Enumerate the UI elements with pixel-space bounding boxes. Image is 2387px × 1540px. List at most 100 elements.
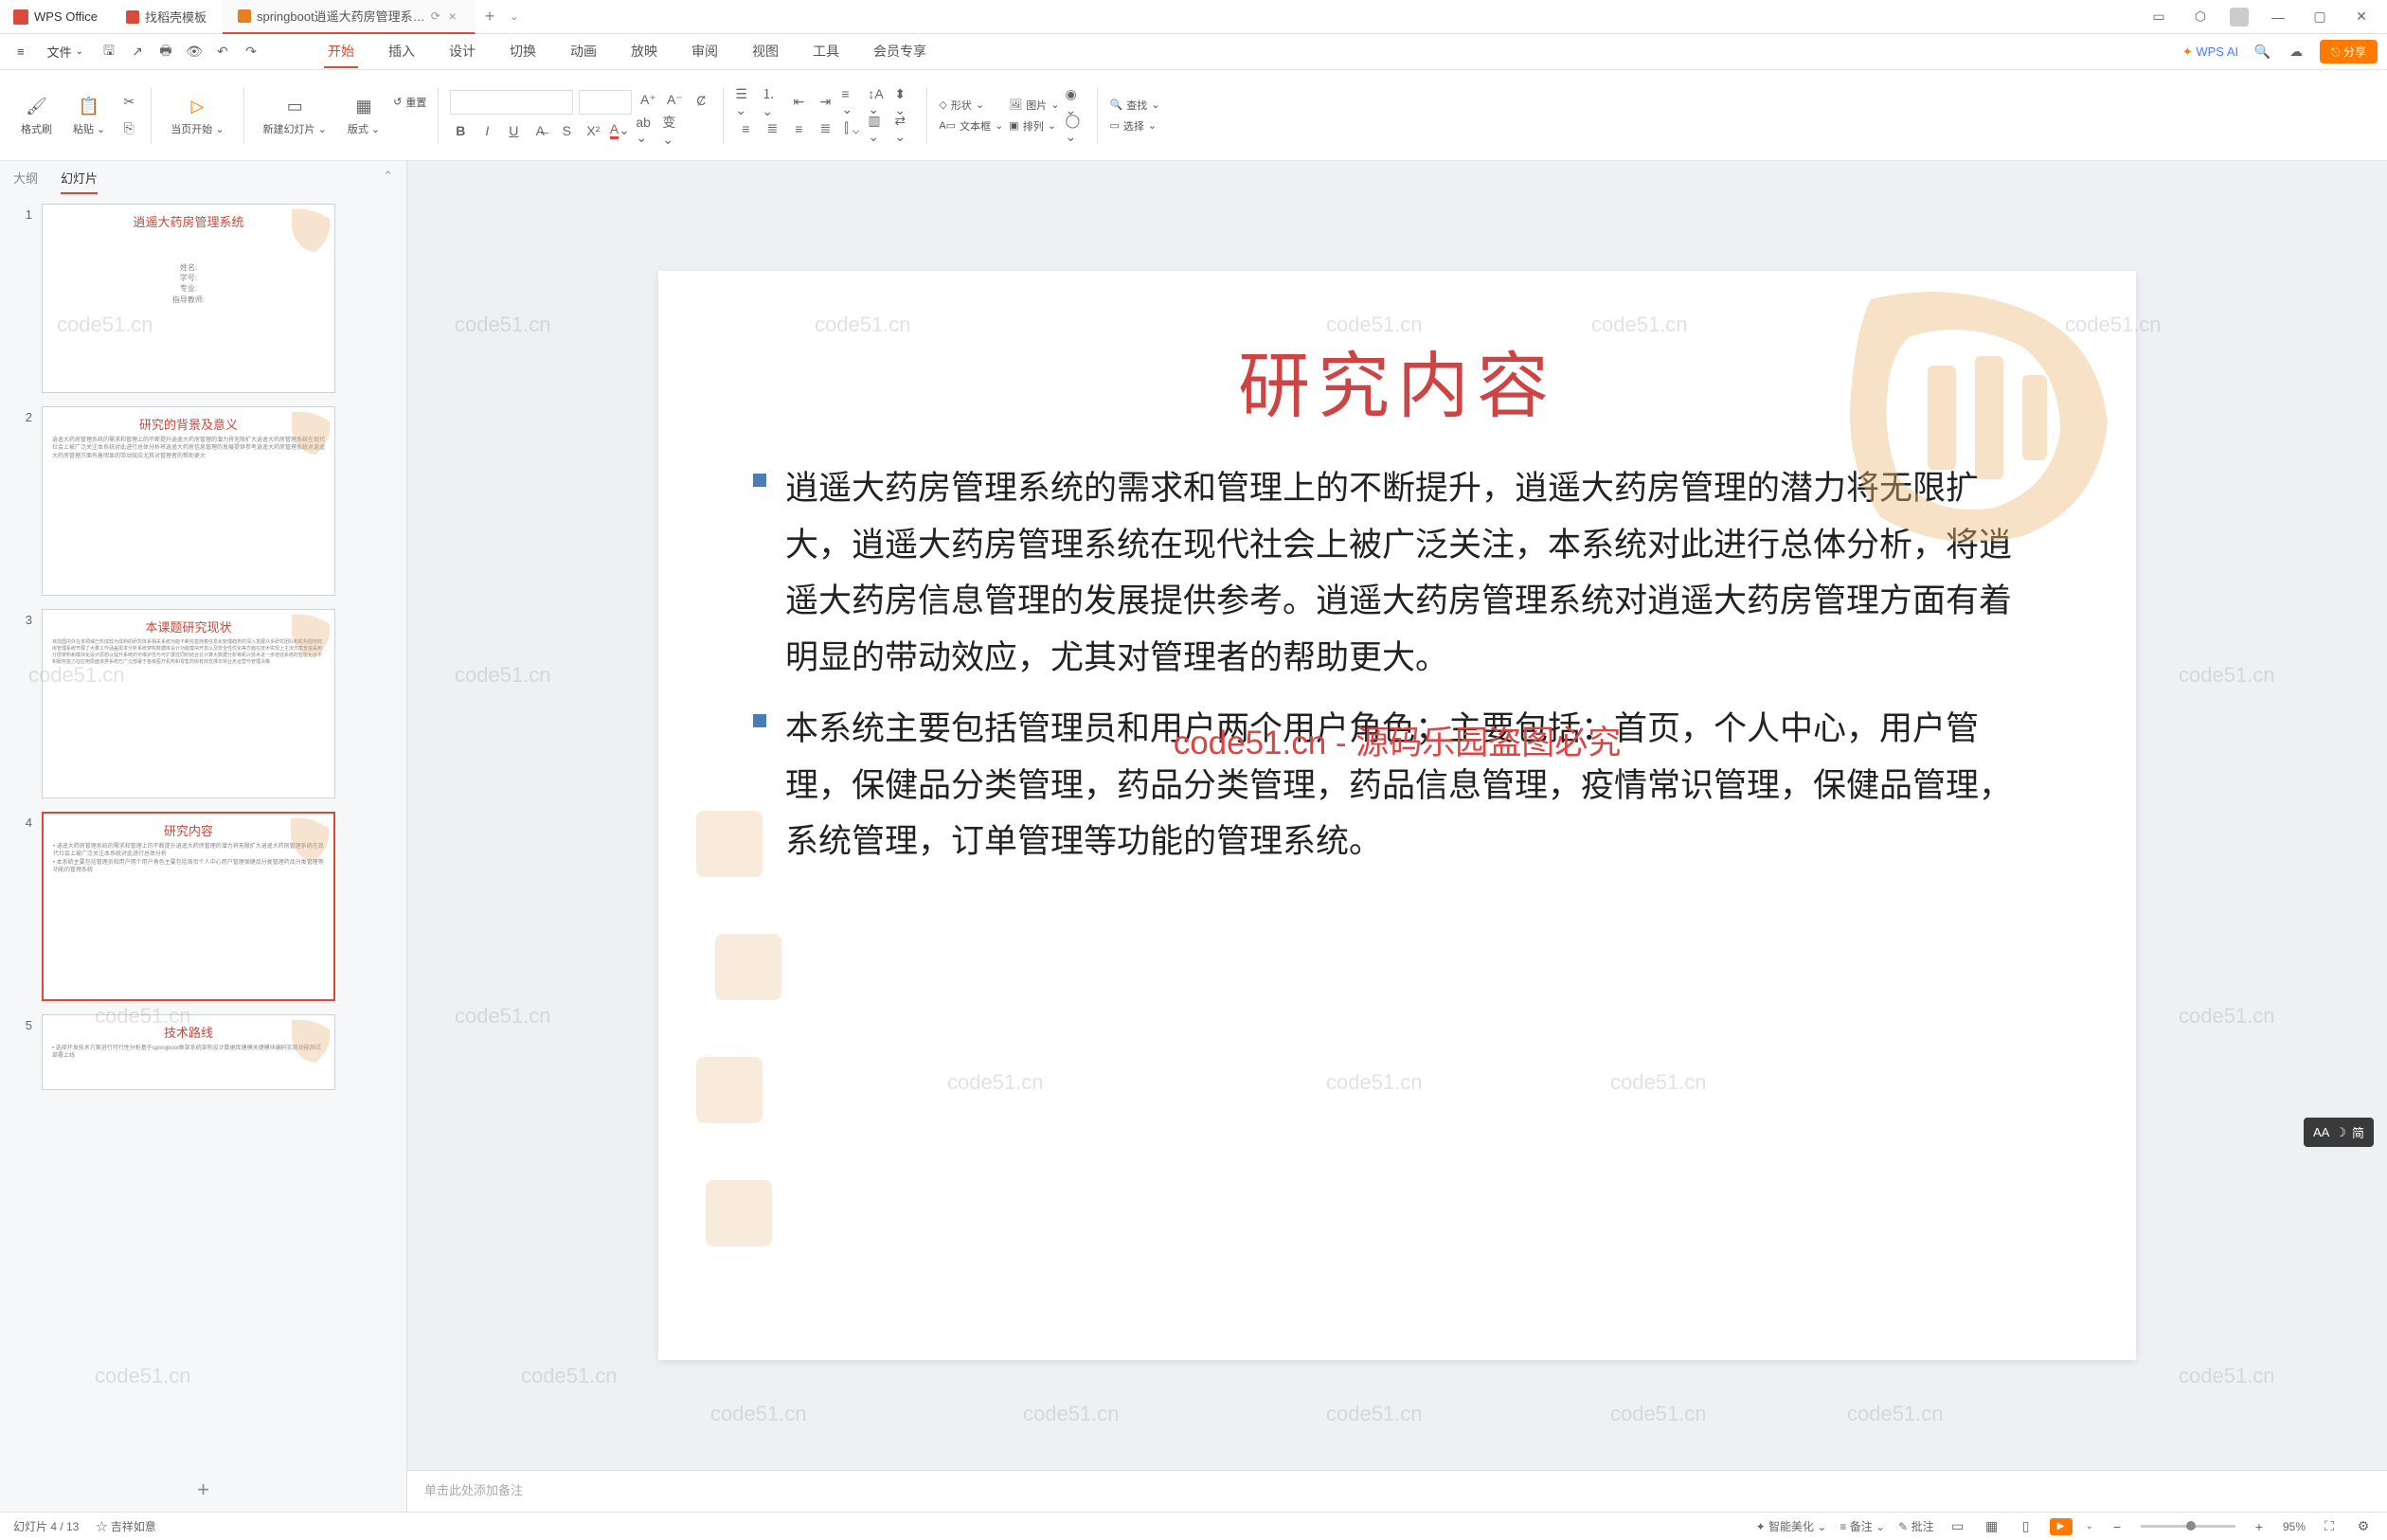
ime-toggle[interactable]: AA ☽ 简 <box>2304 1118 2374 1147</box>
columns-icon[interactable]: ▥ ⌄ <box>868 118 888 139</box>
share-button[interactable]: ⎋ 分享 <box>2320 40 2378 63</box>
slide-thumbnail-3[interactable]: 本课题研究现状 目前国内外在该领域已形成较为成熟的研究体系相关系统功能不断完善随… <box>42 609 335 798</box>
ribbon-find[interactable]: 🔍 查找 ⌄ <box>1109 98 1159 113</box>
wps-ai-button[interactable]: ✦ WPS AI <box>2182 45 2238 60</box>
font-color-icon[interactable]: A ⌄ <box>609 120 630 141</box>
slide-thumbnail-1[interactable]: 逍遥大药房管理系统 姓名: 学号: 专业: 指导教师: <box>42 204 335 393</box>
review-toggle[interactable]: ✎ 批注 <box>1898 1518 1933 1534</box>
menu-tab-insert[interactable]: 插入 <box>385 36 419 68</box>
number-list-icon[interactable]: ⒈ ⌄ <box>762 92 782 113</box>
font-size-select[interactable] <box>579 90 632 115</box>
cloud-icon[interactable]: ☁ <box>2286 42 2306 63</box>
panel-collapse-icon[interactable]: ⌃ <box>383 169 393 194</box>
menu-tab-animation[interactable]: 动画 <box>566 36 601 68</box>
close-button[interactable]: ✕ <box>2349 5 2374 29</box>
zoom-value[interactable]: 95% <box>2283 1520 2306 1533</box>
superscript-icon[interactable]: X² <box>583 120 603 141</box>
menu-tab-transition[interactable]: 切换 <box>506 36 540 68</box>
strike-icon[interactable]: A̶ <box>529 120 550 141</box>
ribbon-textbox[interactable]: A▭ 文本框 ⌄ <box>939 118 1003 134</box>
print-icon[interactable]: 🖶 <box>155 42 176 63</box>
indent-increase-icon[interactable]: ⇥ <box>815 92 835 113</box>
menu-tab-tools[interactable]: 工具 <box>809 36 843 68</box>
tab-add-button[interactable]: + <box>476 7 505 27</box>
maximize-button[interactable]: ▢ <box>2307 5 2332 29</box>
indent-decrease-icon[interactable]: ⇤ <box>788 92 809 113</box>
save-icon[interactable]: 🖫 <box>99 42 119 63</box>
text-effect-icon[interactable]: 变 ⌄ <box>662 120 683 141</box>
preview-icon[interactable]: 👁 <box>184 42 205 63</box>
thumb-row[interactable]: 3 本课题研究现状 目前国内外在该领域已形成较为成熟的研究体系相关系统功能不断完… <box>13 609 393 798</box>
menu-tab-view[interactable]: 视图 <box>748 36 782 68</box>
slide-thumbnail-5[interactable]: 技术路线 • 选择开发技术方案进行可行性分析基于springboot框架系统架构… <box>42 1014 335 1090</box>
theme-name[interactable]: ☆ 吉祥如意 <box>96 1518 155 1534</box>
window-multi-icon[interactable]: ▭ <box>2146 5 2171 29</box>
ribbon-reset[interactable]: ↺ 重置 <box>393 95 426 136</box>
package-icon[interactable]: ⬡ <box>2188 5 2213 29</box>
settings-icon[interactable]: ⚙ <box>2353 1516 2374 1537</box>
menu-tab-design[interactable]: 设计 <box>445 36 479 68</box>
tab-document[interactable]: springboot逍遥大药房管理系… ⟳ × <box>223 0 476 34</box>
redo-icon[interactable]: ↷ <box>241 42 261 63</box>
distribute-icon[interactable]: ⫿ ⌄ <box>841 118 862 139</box>
thumb-row[interactable]: 2 研究的背景及意义 逍遥大药房管理系统的需求和管理上的不断提升逍遥大药房管理的… <box>13 406 393 596</box>
menu-tab-member[interactable]: 会员专享 <box>870 36 930 68</box>
panel-tab-outline[interactable]: 大纲 <box>13 169 38 194</box>
undo-icon[interactable]: ↶ <box>212 42 233 63</box>
align-center-icon[interactable]: ≣ <box>762 118 782 139</box>
menu-tab-show[interactable]: 放映 <box>627 36 661 68</box>
ribbon-from-current[interactable]: ▷ 当页开始 ⌄ <box>163 95 231 136</box>
thumb-row[interactable]: 4 研究内容 • 逍遥大药房管理系统的需求和管理上的不断提升逍遥大药房管理的潜力… <box>13 812 393 1001</box>
bullet-list-icon[interactable]: ☰ ⌄ <box>735 92 756 113</box>
outline-icon[interactable]: ◯ ⌄ <box>1065 118 1086 139</box>
ribbon-paste[interactable]: 📋 粘贴 ⌄ <box>65 95 113 136</box>
ribbon-new-slide[interactable]: ▭ 新建幻灯片 ⌄ <box>256 95 334 136</box>
file-menu[interactable]: 文件 ⌄ <box>40 39 91 64</box>
zoom-in-icon[interactable]: + <box>2249 1516 2270 1537</box>
font-increase-icon[interactable]: A⁺ <box>637 90 658 111</box>
italic-icon[interactable]: I <box>476 120 497 141</box>
ribbon-layout[interactable]: ▦ 版式 ⌄ <box>340 95 387 136</box>
ribbon-arrange[interactable]: ▣ 排列 ⌄ <box>1009 118 1059 134</box>
align-text-icon[interactable]: ⬍ ⌄ <box>894 92 915 113</box>
slideshow-button[interactable]: ▶ <box>2050 1518 2073 1535</box>
avatar-icon[interactable] <box>2230 8 2249 27</box>
bold-icon[interactable]: B <box>450 120 471 141</box>
slide-thumbnail-4[interactable]: 研究内容 • 逍遥大药房管理系统的需求和管理上的不断提升逍遥大药房管理的潜力将无… <box>42 812 335 1001</box>
add-slide-button[interactable]: + <box>0 1468 406 1512</box>
line-spacing-icon[interactable]: ≡ ⌄ <box>841 92 862 113</box>
fill-icon[interactable]: ◉ ⌄ <box>1065 92 1086 113</box>
ribbon-shape[interactable]: ◇ 形状 ⌄ <box>939 98 1003 113</box>
clear-format-icon[interactable]: Ȼ <box>691 90 711 111</box>
thumbnails-list[interactable]: 1 逍遥大药房管理系统 姓名: 学号: 专业: 指导教师: 2 研究的背景及意义… <box>0 194 406 1468</box>
align-justify-icon[interactable]: ≣ <box>815 118 835 139</box>
ribbon-format-brush[interactable]: 🖌 格式刷 <box>13 95 60 136</box>
menu-tab-start[interactable]: 开始 <box>324 36 358 68</box>
text-direction-icon[interactable]: ↕A ⌄ <box>868 92 888 113</box>
fit-screen-icon[interactable]: ⛶ <box>2319 1516 2340 1537</box>
slide-content[interactable]: 研究内容 逍遥大药房管理系统的需求和管理上的不断提升，逍遥大药房管理的潜力将无限… <box>658 271 2136 1360</box>
underline-icon[interactable]: U <box>503 120 524 141</box>
align-right-icon[interactable]: ≡ <box>788 118 809 139</box>
smart-beautify-button[interactable]: ✦ 智能美化 ⌄ <box>1756 1518 1827 1534</box>
font-decrease-icon[interactable]: A⁻ <box>664 90 685 111</box>
close-icon[interactable]: × <box>446 9 459 23</box>
play-dropdown-icon[interactable]: ⌄ <box>2086 1521 2093 1531</box>
convert-icon[interactable]: ⇄ ⌄ <box>894 118 915 139</box>
tab-menu-dropdown[interactable]: ⌄ <box>504 10 524 23</box>
sorter-view-icon[interactable]: ▦ <box>1982 1516 2002 1537</box>
ribbon-select[interactable]: ▭ 选择 ⌄ <box>1109 118 1159 134</box>
menu-toggle-icon[interactable]: ≡ <box>9 41 32 63</box>
notes-input[interactable]: 单击此处添加备注 <box>407 1470 2387 1512</box>
slide-viewport[interactable]: 研究内容 逍遥大药房管理系统的需求和管理上的不断提升，逍遥大药房管理的潜力将无限… <box>407 161 2387 1470</box>
search-icon[interactable]: 🔍 <box>2252 42 2272 63</box>
align-left-icon[interactable]: ≡ <box>735 118 756 139</box>
zoom-slider[interactable] <box>2141 1525 2235 1528</box>
notes-toggle[interactable]: ≡ 备注 ⌄ <box>1840 1518 1885 1534</box>
thumb-row[interactable]: 1 逍遥大药房管理系统 姓名: 学号: 专业: 指导教师: <box>13 204 393 393</box>
font-family-select[interactable] <box>450 90 573 115</box>
strikethrough-icon[interactable]: S <box>556 120 577 141</box>
app-logo[interactable]: WPS Office <box>0 9 111 25</box>
thumb-row[interactable]: 5 技术路线 • 选择开发技术方案进行可行性分析基于springboot框架系统… <box>13 1014 393 1090</box>
highlight-icon[interactable]: ab ⌄ <box>636 120 656 141</box>
